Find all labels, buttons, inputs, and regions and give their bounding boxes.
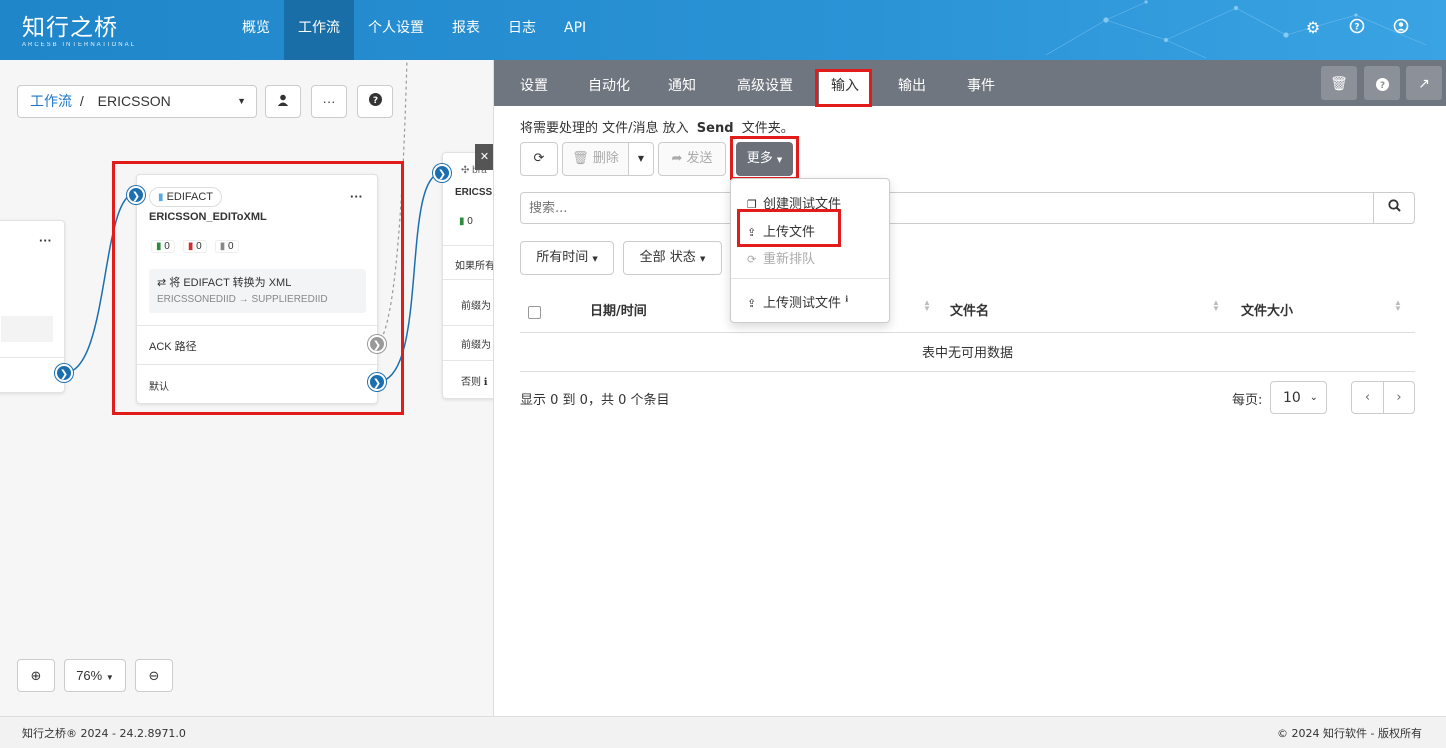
tab-settings[interactable]: 设置 xyxy=(508,70,560,106)
node-input-port[interactable]: ❯ xyxy=(433,164,451,182)
prev-page-button[interactable]: ‹ xyxy=(1351,381,1384,414)
sort-icon[interactable]: ▲ ▼ xyxy=(1394,299,1402,313)
time-filter[interactable]: 所有时间 ▼ xyxy=(520,241,614,275)
zoom-out-icon: ⊖ xyxy=(148,668,160,683)
help-icon: ? xyxy=(1375,77,1389,91)
highlight-box xyxy=(737,209,841,247)
input-hint: 将需要处理的 文件/消息 放入 Send 文件夹。 xyxy=(520,121,794,136)
popout-button[interactable]: ↗ xyxy=(1406,66,1442,100)
chevron-down-icon: ▼ xyxy=(105,673,114,682)
sort-icon[interactable]: ▲ ▼ xyxy=(1212,299,1220,313)
next-page-button[interactable]: › xyxy=(1383,381,1415,414)
nav-workflow[interactable]: 工作流 xyxy=(284,0,354,60)
status-filter[interactable]: 全部 状态 ▼ xyxy=(623,241,722,275)
send-folder-name: Send xyxy=(696,121,734,136)
tab-output[interactable]: 输出 xyxy=(886,70,938,106)
tab-notifications[interactable]: 通知 xyxy=(656,70,708,106)
branch-else-label: 否则 ℹ xyxy=(461,377,488,388)
zoom-level: 76% xyxy=(76,668,103,683)
column-filename[interactable]: 文件名 xyxy=(950,300,989,319)
branch-condition-label: 如果所有 xyxy=(455,261,494,272)
highlight-box xyxy=(730,136,799,180)
help-button[interactable]: ? xyxy=(1364,66,1400,100)
tab-automation[interactable]: 自动化 xyxy=(576,70,642,106)
gear-icon[interactable]: ⚙ xyxy=(1302,18,1324,40)
nav-api[interactable]: API xyxy=(550,0,600,60)
delete-button[interactable]: 🗑 删除 xyxy=(562,142,629,176)
delete-dropdown-toggle[interactable]: ▼ xyxy=(628,142,654,176)
zoom-in-button[interactable]: ⊕ xyxy=(17,659,55,692)
chevron-down-icon: ▼ xyxy=(699,255,706,263)
workflow-canvas[interactable]: 工作流 / ERICSSON ▼ ··· ? ··· ❯ ▮ EDIFACT ·… xyxy=(0,60,494,716)
brand-name: 知行之桥 xyxy=(22,15,118,41)
top-navbar: 知行之桥 ARCESB INTERNATIONAL 概览 工作流 个人设置 报表… xyxy=(0,0,1446,60)
chevron-left-icon: ‹ xyxy=(1364,390,1371,405)
connector-panel: 设置 自动化 通知 高级设置 输入 输出 事件 🗑 ? ↗ 将需要处理的 文件/… xyxy=(494,60,1446,716)
external-link-icon: ↗ xyxy=(1418,75,1430,91)
chevron-down-icon: ⌄ xyxy=(1309,392,1318,403)
branch-row-label: 前缀为 xyxy=(461,340,491,351)
refresh-icon: ⟳ xyxy=(533,151,545,166)
chevron-down-icon: ▼ xyxy=(637,154,645,163)
redo-icon: ⟳ xyxy=(747,253,757,266)
nav-personal-settings[interactable]: 个人设置 xyxy=(354,0,438,60)
node-title: ERICSS xyxy=(455,187,493,198)
panel-tabbar: 设置 自动化 通知 高级设置 输入 输出 事件 🗑 ? ↗ xyxy=(494,60,1446,107)
workflow-node-branch[interactable]: ✣ bra ERICSS ▮ 0 如果所有 前缀为 前缀为 否则 ℹ xyxy=(442,152,494,399)
info-icon: ℹ xyxy=(483,377,488,388)
footer-version: 知行之桥® 2024 - 24.2.8971.0 xyxy=(22,727,186,740)
share-icon: ➦ xyxy=(671,151,683,166)
highlight-box xyxy=(112,161,404,415)
search-icon xyxy=(1387,199,1401,212)
trash-icon: 🗑 xyxy=(1330,75,1348,91)
highlight-box xyxy=(815,69,872,107)
empty-table-message: 表中无可用数据 xyxy=(921,346,1013,361)
success-count: 0 xyxy=(467,216,473,227)
chevron-right-icon: › xyxy=(1396,390,1402,405)
info-icon: ℹ xyxy=(845,294,849,304)
node-menu-icon[interactable]: ··· xyxy=(39,233,52,248)
brand-logo[interactable]: 知行之桥 ARCESB INTERNATIONAL xyxy=(22,8,136,48)
workflow-node-previous[interactable]: ··· xyxy=(0,220,66,393)
chevron-down-icon: ▼ xyxy=(592,255,598,263)
help-icon[interactable]: ? xyxy=(1346,18,1368,40)
column-filesize[interactable]: 文件大小 xyxy=(1241,300,1293,319)
nav-reports[interactable]: 报表 xyxy=(438,0,494,60)
delete-connector-button[interactable]: 🗑 xyxy=(1321,66,1357,100)
search-input[interactable] xyxy=(520,192,1374,224)
footer: 知行之桥® 2024 - 24.2.8971.0 © 2024 知行软件 - 版… xyxy=(0,716,1446,748)
nav-logs[interactable]: 日志 xyxy=(494,0,550,60)
tab-events[interactable]: 事件 xyxy=(955,70,1007,106)
node-output-port[interactable]: ❯ xyxy=(55,364,73,382)
table-info: 显示 0 到 0，共 0 个条目 xyxy=(520,393,670,408)
branch-row-label: 前缀为 xyxy=(461,301,491,312)
select-all-checkbox[interactable] xyxy=(528,306,541,319)
node-description xyxy=(1,316,53,342)
svg-text:?: ? xyxy=(1354,23,1359,33)
trash-icon: 🗑 xyxy=(572,151,589,166)
zoom-in-icon: ⊕ xyxy=(30,668,42,683)
brand-subtitle: ARCESB INTERNATIONAL xyxy=(22,42,136,48)
upload-icon: ⇪ xyxy=(747,297,757,310)
tab-advanced[interactable]: 高级设置 xyxy=(725,70,805,106)
more-dropdown-menu: ❐ 创建测试文件 ⇪ 上传文件 ⟳ 重新排队 ⇪ 上传测试文件 ℹ xyxy=(730,178,890,323)
sort-icon[interactable]: ▲ ▼ xyxy=(923,299,931,313)
zoom-level-select[interactable]: 76% ▼ xyxy=(64,659,126,692)
main-nav: 概览 工作流 个人设置 报表 日志 API xyxy=(228,0,600,60)
nav-overview[interactable]: 概览 xyxy=(228,0,284,60)
refresh-button[interactable]: ⟳ xyxy=(520,142,558,176)
search-button[interactable] xyxy=(1373,192,1415,224)
file-success-icon: ▮ xyxy=(459,216,465,227)
zoom-out-button[interactable]: ⊖ xyxy=(135,659,173,692)
close-icon[interactable]: ✕ xyxy=(475,144,493,170)
column-datetime[interactable]: 日期/时间 xyxy=(590,300,647,319)
svg-text:?: ? xyxy=(1379,81,1384,91)
user-icon[interactable] xyxy=(1390,18,1412,40)
footer-copyright: © 2024 知行软件 - 版权所有 xyxy=(1277,727,1422,740)
per-page-select[interactable]: 10 ⌄ xyxy=(1270,381,1327,414)
menu-upload-test-file[interactable]: ⇪ 上传测试文件 ℹ xyxy=(747,292,848,311)
menu-requeue[interactable]: ⟳ 重新排队 xyxy=(747,248,815,267)
send-button[interactable]: ➦ 发送 xyxy=(658,142,726,176)
per-page-label: 每页: xyxy=(1232,393,1263,408)
